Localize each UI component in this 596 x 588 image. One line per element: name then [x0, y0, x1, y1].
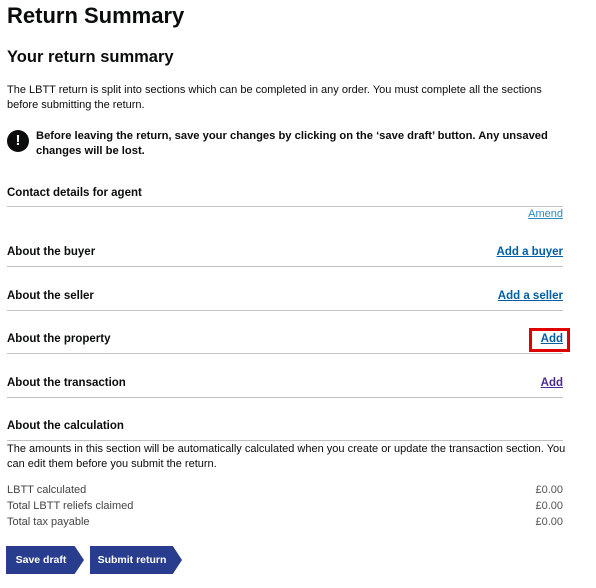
submit-return-button[interactable]: Submit return	[90, 546, 182, 574]
section-title-agent: Contact details for agent	[7, 187, 142, 199]
add-transaction-link[interactable]: Add	[541, 377, 563, 389]
amend-agent-link[interactable]: Amend	[528, 208, 563, 220]
section-buyer: About the buyer Add a buyer	[7, 245, 563, 267]
calculation-description: The amounts in this section will be auto…	[7, 443, 566, 470]
calc-label: LBTT calculated	[7, 484, 87, 496]
page-title: Return Summary	[7, 3, 185, 28]
exclamation-icon: !	[7, 130, 29, 152]
section-heading: Your return summary	[7, 48, 174, 66]
section-title-buyer: About the buyer	[7, 246, 96, 258]
section-title-transaction: About the transaction	[7, 377, 126, 389]
calc-label: Total LBTT reliefs claimed	[7, 500, 134, 512]
highlight-box	[529, 328, 570, 352]
section-transaction: About the transaction Add	[7, 376, 563, 398]
section-property: About the property Add	[7, 332, 563, 354]
save-draft-button[interactable]: Save draft	[6, 546, 84, 574]
calc-value: £0.00	[535, 500, 563, 512]
section-title-seller: About the seller	[7, 290, 94, 302]
calc-value: £0.00	[535, 516, 563, 528]
warning-text: Before leaving the return, save your cha…	[36, 130, 548, 157]
section-calculation: About the calculation	[7, 419, 563, 441]
intro-text: The LBTT return is split into sections w…	[7, 84, 542, 111]
section-agent: Contact details for agent	[7, 186, 563, 207]
calc-label: Total tax payable	[7, 516, 90, 528]
section-seller: About the seller Add a seller	[7, 289, 563, 311]
section-title-property: About the property	[7, 333, 111, 345]
calc-value: £0.00	[535, 484, 563, 496]
section-title-calculation: About the calculation	[7, 420, 124, 432]
add-buyer-link[interactable]: Add a buyer	[497, 246, 563, 258]
warning-callout: ! Before leaving the return, save your c…	[7, 129, 567, 159]
add-seller-link[interactable]: Add a seller	[498, 290, 563, 302]
